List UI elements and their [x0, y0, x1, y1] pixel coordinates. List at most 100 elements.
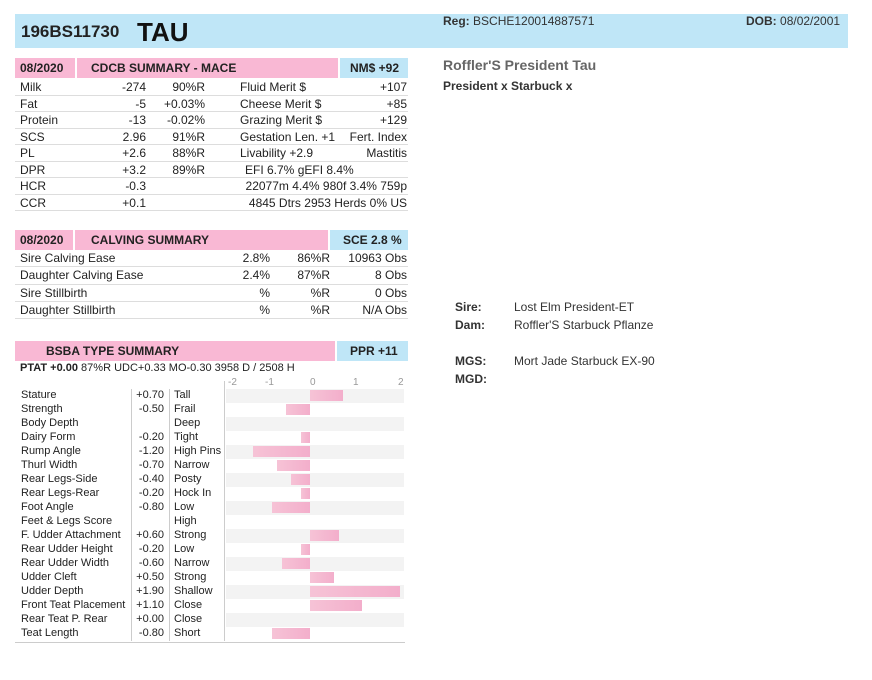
dob-value: 08/02/2001: [780, 14, 841, 28]
type-trait-name: Feet & Legs Score: [21, 515, 113, 527]
type-title: BSBA TYPE SUMMARY: [46, 344, 180, 358]
type-trait-name: Foot Angle: [21, 501, 74, 513]
type-bar: [272, 628, 310, 639]
type-bar: [286, 404, 310, 415]
type-trait-value: -0.40: [138, 473, 164, 485]
type-trait-descriptor: Strong: [174, 571, 207, 583]
dam-name: Roffler'S Starbuck Pflanze: [514, 318, 654, 332]
type-trait-name: Strength: [21, 403, 63, 415]
merit-label: Grazing Merit $: [240, 113, 323, 127]
trait-name: Protein: [20, 113, 59, 127]
cdcb-title: CDCB SUMMARY - MACE: [91, 61, 237, 75]
trait-name: HCR: [20, 179, 46, 193]
type-trait-descriptor: Narrow: [174, 459, 210, 471]
merit-value: Mastitis: [366, 146, 407, 160]
type-trait-value: -0.80: [138, 501, 164, 513]
ptat-label: PTAT +0.00: [20, 362, 78, 374]
sire-name: Lost Elm President-ET: [514, 300, 635, 314]
sire-label: Sire:: [455, 300, 482, 314]
calving-obs: 10963 Obs: [348, 251, 407, 265]
type-trait-descriptor: Low: [174, 543, 195, 555]
trait-name: CCR: [20, 195, 46, 210]
type-bar: [300, 544, 310, 555]
merit-value: +85: [386, 96, 407, 111]
type-trait-descriptor: Close: [174, 599, 203, 611]
trait-value: -5: [135, 96, 146, 111]
axis-tick-label: 1: [353, 377, 359, 388]
merit-label: Gestation Len. +1: [240, 129, 336, 144]
type-trait-value: +1.10: [136, 599, 164, 611]
calving-date: 08/2020: [20, 233, 64, 247]
type-trait-descriptor: Strong: [174, 529, 207, 541]
calving-trait: Daughter Stillbirth: [20, 302, 116, 317]
type-trait-descriptor: Close: [174, 613, 203, 625]
trait-value: +0.1: [122, 195, 146, 210]
trait-reliability: -0.02%: [166, 113, 205, 127]
mgs-name: Mort Jade Starbuck EX-90: [514, 354, 655, 368]
trait-reliability: 88%R: [172, 146, 205, 160]
type-bar: [253, 446, 310, 457]
type-trait-value: +0.70: [136, 389, 164, 401]
axis-tick-label: 0: [310, 377, 316, 388]
dob-label: DOB:: [746, 14, 777, 28]
chart-row-band: [226, 557, 404, 571]
type-trait-value: +1.90: [136, 585, 164, 597]
trait-reliability: 89%R: [172, 162, 205, 177]
merit-label: Livability +2.9: [240, 146, 314, 160]
type-trait-descriptor: Tight: [174, 431, 199, 443]
stats-text: 22077m 4.4% 980f 3.4% 759p: [245, 179, 407, 193]
trait-value: -274: [121, 80, 146, 94]
axis-tick-label: 2: [398, 377, 404, 388]
chart-row-band: [226, 613, 404, 627]
type-trait-name: Rear Udder Height: [21, 543, 113, 555]
type-bar: [272, 502, 310, 513]
trait-value: 2.96: [122, 129, 146, 144]
merit-value: +107: [379, 80, 407, 94]
mgd-label: MGD:: [455, 372, 487, 386]
calving-obs: N/A Obs: [362, 302, 407, 317]
trait-name: DPR: [20, 162, 46, 177]
dam-label: Dam:: [455, 318, 486, 332]
calving-rel: 86%R: [297, 251, 330, 265]
calving-obs: 0 Obs: [374, 285, 407, 300]
type-trait-name: Rear Udder Width: [21, 557, 110, 569]
column-divider: [169, 389, 170, 641]
type-trait-value: -1.20: [138, 445, 164, 457]
type-trait-name: Rear Legs-Side: [21, 473, 98, 485]
type-trait-descriptor: Low: [174, 501, 195, 513]
type-trait-value: +0.50: [136, 571, 164, 583]
calving-rel: %R: [310, 285, 330, 300]
type-trait-descriptor: Tall: [174, 389, 191, 401]
type-trait-value: -0.20: [138, 431, 164, 443]
calving-title: CALVING SUMMARY: [91, 233, 209, 247]
type-trait-name: Rear Legs-Rear: [21, 487, 100, 499]
type-trait-value: +0.00: [136, 613, 164, 625]
type-trait-name: Teat Length: [21, 627, 79, 639]
type-trait-value: -0.20: [138, 487, 164, 499]
type-trait-value: -0.20: [138, 543, 164, 555]
calving-pct: %: [259, 285, 270, 300]
reg-value: BSCHE120014887571: [473, 14, 595, 28]
calving-pct: 2.4%: [242, 268, 270, 283]
type-trait-descriptor: Deep: [174, 417, 201, 429]
chart-row-band: [226, 501, 404, 515]
efi-text: EFI 6.7% gEFI 8.4%: [245, 162, 354, 177]
merit-value: Fert. Index: [349, 129, 407, 144]
type-trait-value: -0.50: [138, 403, 164, 415]
trait-reliability: 91%R: [172, 129, 205, 144]
trait-value: +2.6: [122, 146, 146, 160]
calving-rel: 87%R: [297, 268, 330, 283]
type-bar: [310, 586, 401, 597]
trait-reliability: 90%R: [172, 80, 205, 94]
trait-name: Fat: [20, 96, 38, 111]
date-of-birth: DOB: 08/02/2001: [746, 14, 840, 28]
type-trait-name: Stature: [21, 389, 57, 401]
type-trait-name: Front Teat Placement: [21, 599, 126, 611]
trait-value: -0.3: [125, 179, 146, 193]
calving-pct: %: [259, 302, 270, 317]
trait-value: +3.2: [122, 162, 146, 177]
type-bar: [291, 474, 310, 485]
type-trait-descriptor: High Pins: [174, 445, 222, 457]
type-trait-name: Udder Cleft: [21, 571, 77, 583]
type-trait-descriptor: Short: [174, 627, 201, 639]
